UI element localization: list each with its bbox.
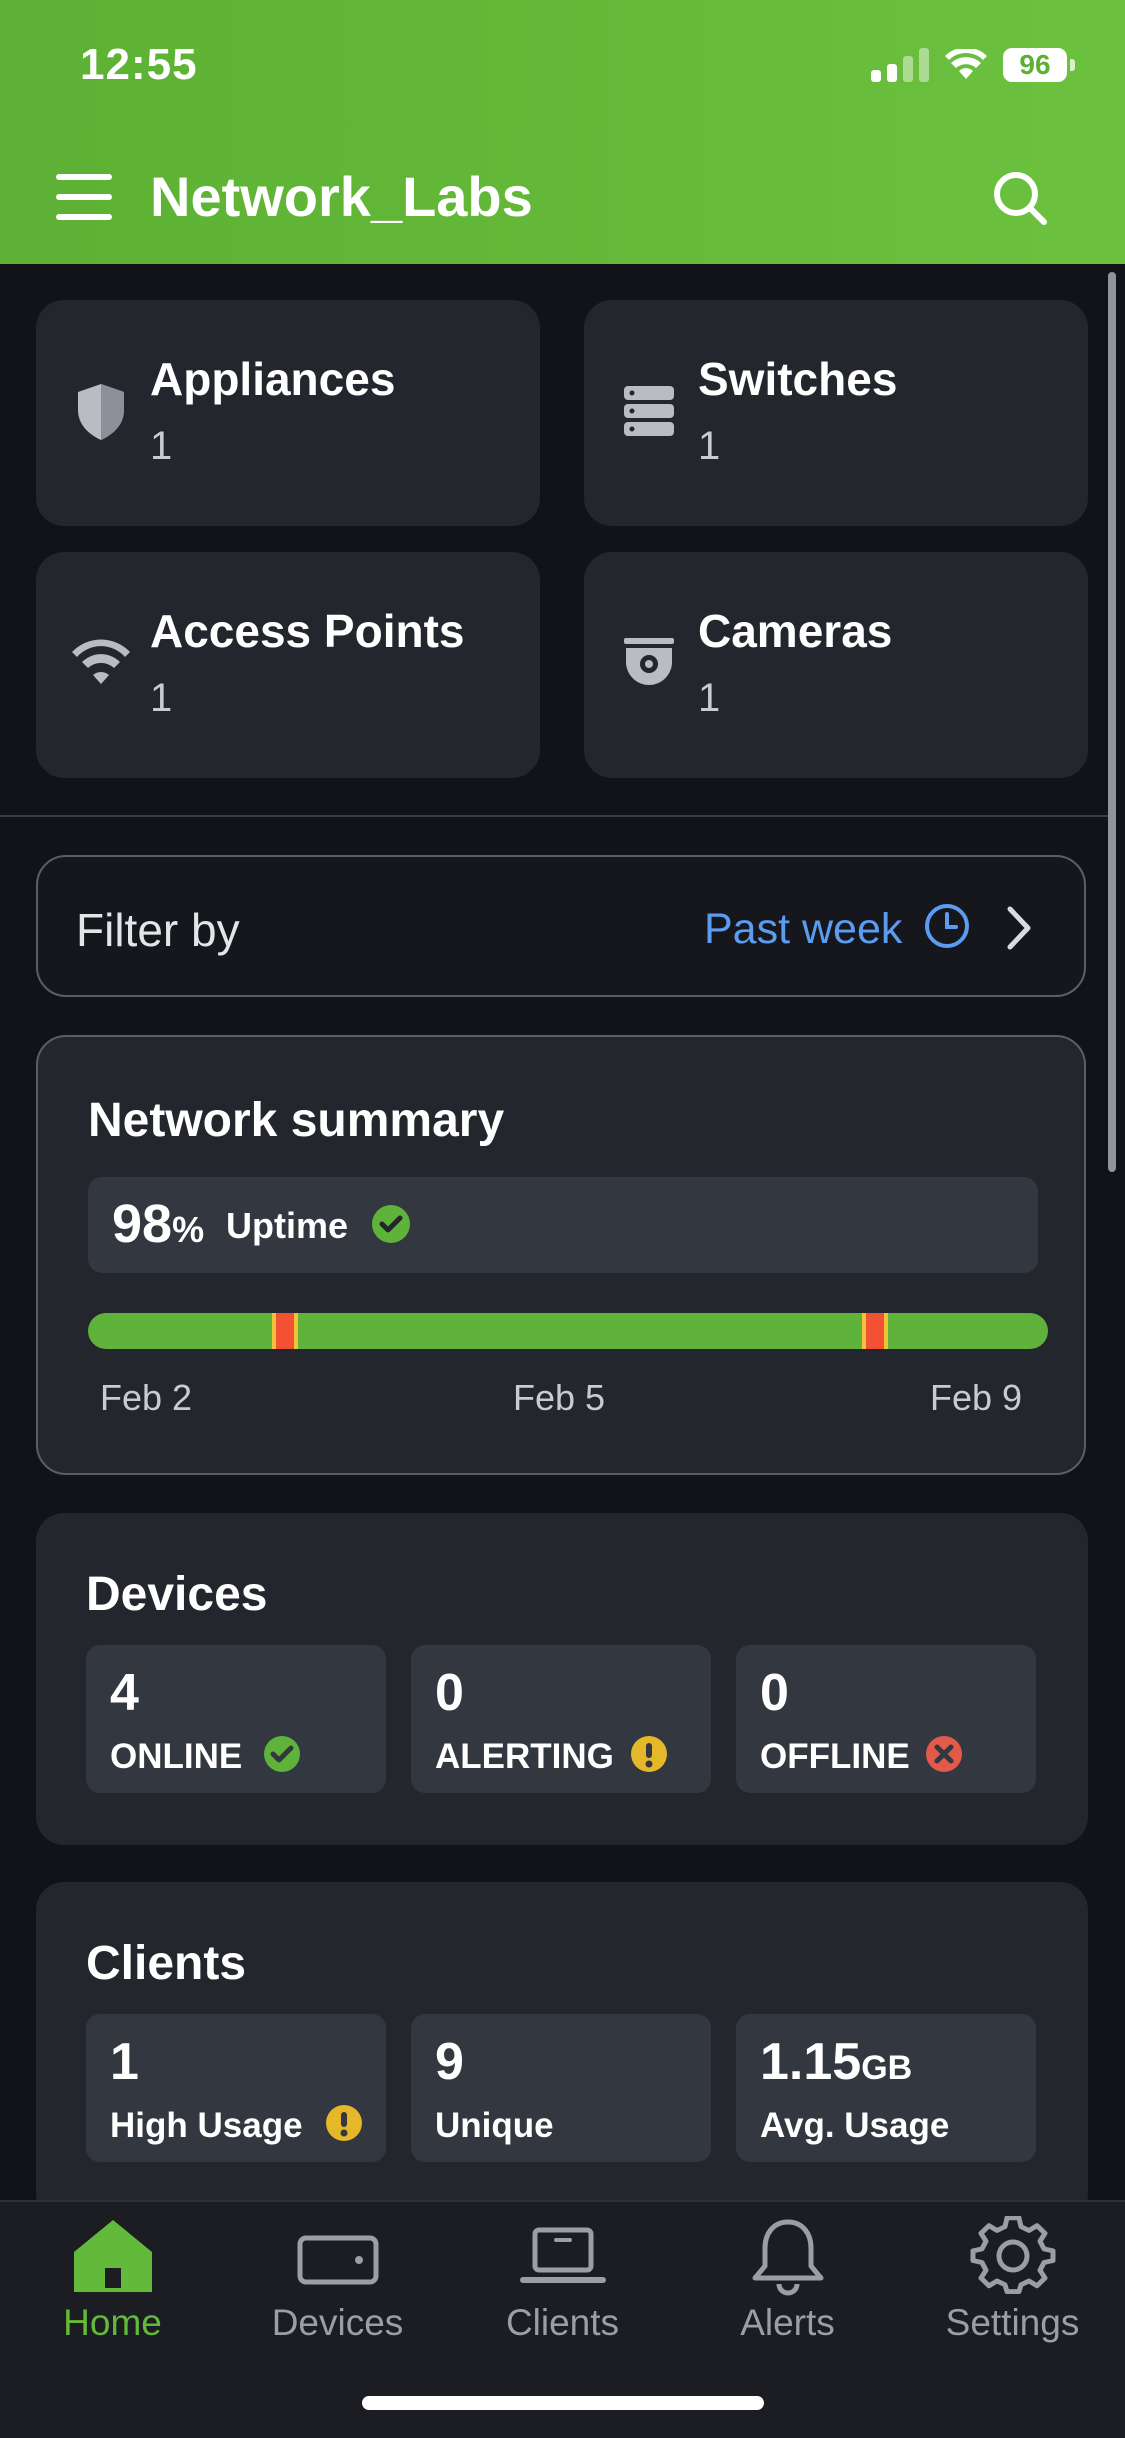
tab-label: Clients (505, 2302, 620, 2343)
devices-title: Devices (86, 1568, 268, 1621)
clients-card[interactable]: Clients 1 High Usage 9 Unique 1.15GB Avg… (36, 1882, 1088, 2222)
tab-clients[interactable]: Clients (450, 2216, 675, 2344)
tab-label: Settings (945, 2302, 1080, 2343)
stat-value: 0 (435, 1664, 464, 1722)
filter-value[interactable]: Past week (704, 905, 902, 954)
menu-icon[interactable] (56, 172, 112, 222)
devices-online-stat[interactable]: 4 ONLINE (86, 1645, 386, 1793)
outage-segment (272, 1313, 298, 1349)
battery-level: 96 (1003, 48, 1067, 82)
chevron-right-icon[interactable] (1000, 903, 1040, 953)
home-indicator[interactable] (362, 2396, 764, 2410)
devices-card[interactable]: Devices 4 ONLINE 0 ALERTING 0 OFFLINE (36, 1513, 1088, 1845)
category-label: Access Points (150, 605, 465, 657)
timeline-date-mid: Feb 5 (513, 1377, 606, 1418)
stat-value: 0 (760, 1664, 789, 1722)
warning-circle-icon (326, 2105, 362, 2141)
uptime-timeline-bar (88, 1313, 1048, 1349)
category-card-access-points[interactable]: Access Points 1 (36, 552, 540, 778)
category-count: 1 (150, 424, 173, 468)
timeline-date-start: Feb 2 (100, 1377, 193, 1418)
app-title: Network_Labs (150, 165, 533, 228)
network-summary-card[interactable]: Network summary 98% Uptime Feb 2 Feb 5 F… (36, 1035, 1086, 1475)
filter-label: Filter by (76, 904, 240, 956)
section-divider (0, 815, 1108, 817)
app-header: 12:55 96 Network_Labs (0, 0, 1125, 264)
category-count: 1 (150, 676, 173, 720)
gear-icon (970, 2216, 1055, 2295)
tab-devices[interactable]: Devices (225, 2216, 450, 2344)
battery-icon: 96 (1003, 48, 1075, 82)
check-circle-icon (264, 1736, 300, 1772)
clock-icon (925, 904, 969, 948)
uptime-label: Uptime (226, 1205, 349, 1246)
error-circle-icon (926, 1736, 962, 1772)
clients-title: Clients (86, 1937, 247, 1990)
category-card-cameras[interactable]: Cameras 1 (584, 552, 1088, 778)
tab-alerts[interactable]: Alerts (675, 2216, 900, 2344)
network-summary-title: Network summary (88, 1094, 505, 1147)
wifi-status-icon (945, 49, 987, 79)
tab-settings[interactable]: Settings (900, 2216, 1125, 2344)
status-time: 12:55 (80, 40, 198, 89)
stat-value: 1 (110, 2033, 139, 2091)
tab-label: Home (63, 2302, 162, 2343)
filter-row[interactable]: Filter by Past week (36, 855, 1086, 997)
uptime-box: 98% Uptime (88, 1177, 1038, 1273)
stat-value: 1.15GB (760, 2033, 913, 2091)
clients-avg-usage-stat[interactable]: 1.15GB Avg. Usage (736, 2014, 1036, 2162)
stat-value: 9 (435, 2033, 464, 2091)
bell-icon (752, 2219, 823, 2296)
stat-label: Avg. Usage (760, 2106, 950, 2145)
server-stack-icon (624, 386, 674, 436)
stat-label: High Usage (110, 2106, 303, 2145)
stat-label: ALERTING (435, 1737, 614, 1776)
wifi-icon (72, 639, 130, 684)
stat-label: ONLINE (110, 1737, 243, 1776)
check-circle-icon (372, 1205, 410, 1243)
stat-label: Unique (435, 2106, 554, 2145)
devices-offline-stat[interactable]: 0 OFFLINE (736, 1645, 1036, 1793)
category-count: 1 (698, 424, 721, 468)
clients-high-usage-stat[interactable]: 1 High Usage (86, 2014, 386, 2162)
clients-unique-stat[interactable]: 9 Unique (411, 2014, 711, 2162)
home-icon (73, 2220, 152, 2292)
devices-alerting-stat[interactable]: 0 ALERTING (411, 1645, 711, 1793)
shield-icon (78, 384, 124, 440)
device-icon (297, 2235, 378, 2285)
cellular-signal-icon (871, 48, 929, 82)
category-label: Switches (698, 353, 898, 405)
stat-label: OFFLINE (760, 1737, 910, 1776)
category-label: Cameras (698, 605, 893, 657)
tab-label: Devices (271, 2302, 404, 2343)
category-count: 1 (698, 676, 721, 720)
tab-home[interactable]: Home (0, 2216, 225, 2344)
laptop-icon (519, 2227, 606, 2283)
category-card-appliances[interactable]: Appliances 1 (36, 300, 540, 526)
warning-circle-icon (631, 1736, 667, 1772)
timeline-date-end: Feb 9 (930, 1377, 1023, 1418)
uptime-value: 98% (112, 1194, 205, 1254)
category-card-switches[interactable]: Switches 1 (584, 300, 1088, 526)
category-label: Appliances (150, 353, 396, 405)
tab-label: Alerts (740, 2302, 835, 2343)
camera-icon (624, 638, 674, 685)
scrollbar[interactable] (1108, 272, 1116, 1172)
outage-segment (862, 1313, 888, 1349)
search-icon[interactable] (990, 168, 1050, 228)
status-icons: 96 (871, 48, 1075, 82)
stat-value: 4 (110, 1664, 139, 1722)
